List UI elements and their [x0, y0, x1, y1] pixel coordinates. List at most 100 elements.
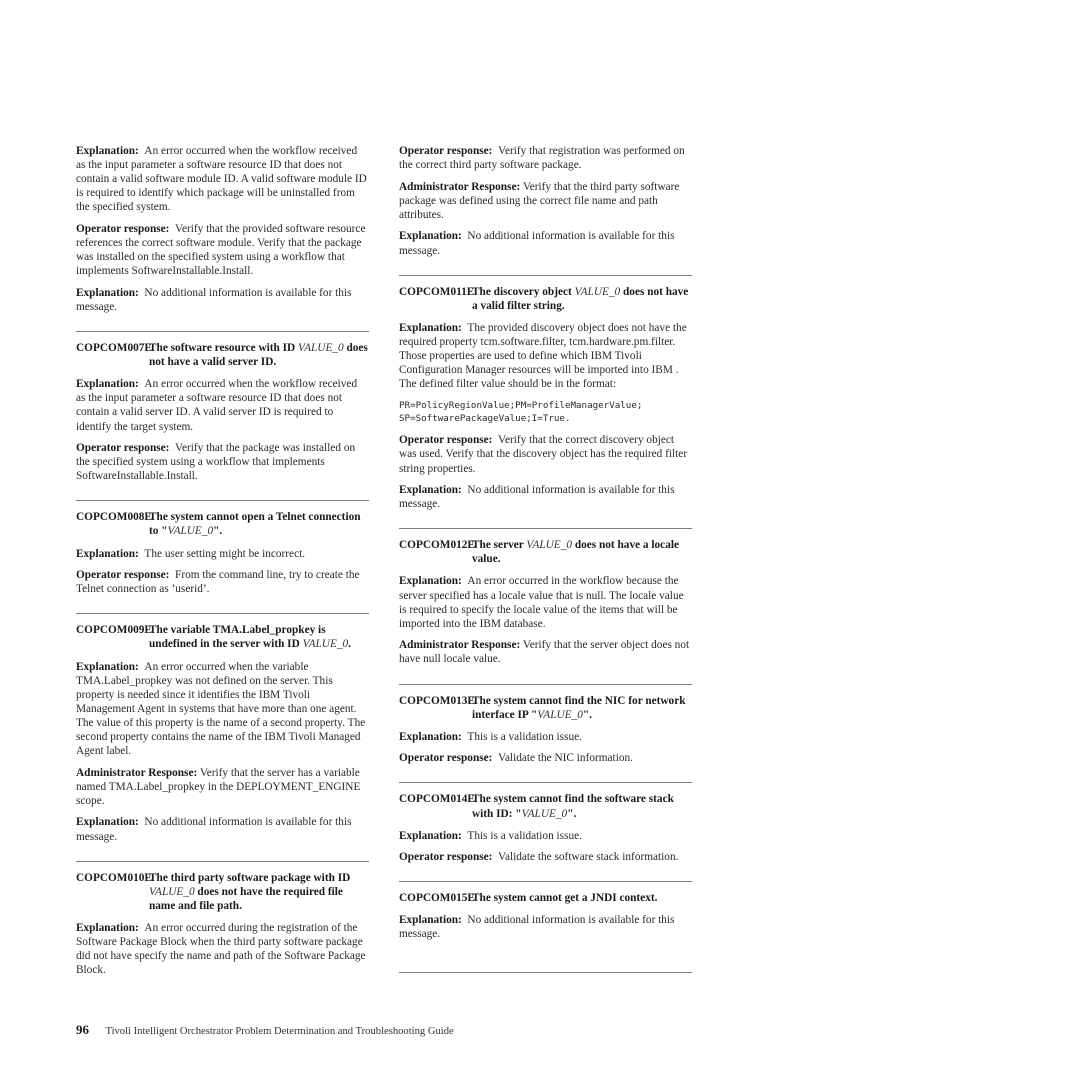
- message-heading: COPCOM008EThe system cannot open a Telne…: [76, 510, 369, 538]
- message-heading: COPCOM007EThe software resource with ID …: [76, 341, 369, 369]
- page-footer: 96 Tivoli Intelligent Orchestrator Probl…: [76, 1022, 454, 1038]
- message-entry: COPCOM015EThe system cannot get a JNDI c…: [399, 881, 692, 941]
- message-title-text: ".: [582, 708, 592, 721]
- message-body: Explanation: No additional information i…: [399, 913, 692, 941]
- message-title-text: ".: [213, 525, 223, 538]
- variable-placeholder: VALUE_0: [149, 885, 195, 898]
- message-body: Explanation: This is a validation issue.…: [399, 730, 692, 766]
- right-column: Operator response: Verify that registrat…: [399, 144, 692, 973]
- operator-response-paragraph: Operator response: Verify that the provi…: [76, 222, 369, 278]
- paragraph-label: Explanation:: [76, 660, 139, 673]
- message-code: COPCOM012E: [399, 539, 475, 552]
- message-body: Explanation: An error occurred when the …: [76, 660, 369, 844]
- message-title-text: The discovery object: [472, 285, 575, 298]
- message-entry: COPCOM014EThe system cannot find the sof…: [399, 782, 692, 864]
- paragraph-label: Explanation:: [399, 914, 462, 927]
- code-line: PR=PolicyRegionValue;PM=ProfileManagerVa…: [399, 399, 643, 411]
- explanation-paragraph: Explanation: An error occurred when the …: [76, 377, 369, 433]
- explanation-paragraph: Explanation: No additional information i…: [399, 483, 692, 511]
- paragraph-label: Explanation:: [76, 547, 139, 560]
- explanation-paragraph: Explanation: This is a validation issue.: [399, 829, 692, 843]
- explanation-paragraph: Explanation: The provided discovery obje…: [399, 321, 692, 391]
- operator-response-paragraph: Operator response: Verify that the corre…: [399, 433, 692, 475]
- left-column: Explanation: An error occurred when the …: [76, 144, 369, 985]
- paragraph-label: Explanation:: [76, 921, 139, 934]
- message-body: Explanation: The provided discovery obje…: [399, 321, 692, 511]
- message-heading: COPCOM009EThe variable TMA.Label_propkey…: [76, 623, 369, 651]
- message-title-text: .: [348, 638, 351, 651]
- paragraph-text: Validate the software stack information.: [492, 851, 679, 864]
- paragraph-label: Administrator Response:: [76, 766, 198, 779]
- paragraph-label: Explanation:: [399, 484, 462, 497]
- end-rule-divider: [399, 971, 692, 973]
- message-code: COPCOM013E: [399, 694, 475, 707]
- paragraph-label: Explanation:: [399, 230, 462, 243]
- operator-response-paragraph: Operator response: Validate the software…: [399, 850, 692, 864]
- message-heading: COPCOM011EThe discovery object VALUE_0 d…: [399, 285, 692, 313]
- administrator-response-paragraph: Administrator Response: Verify that the …: [399, 638, 692, 666]
- explanation-paragraph: Explanation: No additional information i…: [399, 913, 692, 941]
- message-entry: COPCOM007EThe software resource with ID …: [76, 331, 369, 483]
- message-code: COPCOM007E: [76, 342, 152, 355]
- paragraph-label: Explanation:: [399, 730, 462, 743]
- paragraph-text: This is a validation issue.: [461, 730, 582, 743]
- message-entry: COPCOM008EThe system cannot open a Telne…: [76, 500, 369, 596]
- explanation-paragraph: Explanation: An error occurred during th…: [76, 921, 369, 977]
- message-entry: COPCOM009EThe variable TMA.Label_propkey…: [76, 613, 369, 843]
- message-title-text: The third party software package with ID: [149, 871, 351, 884]
- message-code: COPCOM011E: [399, 285, 475, 298]
- explanation-paragraph: Explanation: An error occurred when the …: [76, 144, 369, 214]
- paragraph-label: Explanation:: [399, 829, 462, 842]
- explanation-paragraph: Explanation: No additional information i…: [76, 286, 369, 314]
- paragraph-label: Operator response:: [399, 434, 493, 447]
- message-body: Explanation: This is a validation issue.…: [399, 829, 692, 865]
- explanation-paragraph: Explanation: No additional information i…: [76, 815, 369, 843]
- paragraph-label: Explanation:: [399, 575, 462, 588]
- code-format-example: PR=PolicyRegionValue;PM=ProfileManagerVa…: [399, 399, 692, 426]
- message-code: COPCOM010E: [76, 871, 152, 884]
- message-heading: COPCOM013EThe system cannot find the NIC…: [399, 694, 692, 722]
- message-title-text: The software resource with ID: [149, 342, 299, 355]
- variable-placeholder: VALUE_0: [574, 285, 621, 298]
- message-entry: COPCOM012EThe server VALUE_0 does not ha…: [399, 528, 692, 666]
- message-body: Explanation: An error occurred in the wo…: [399, 574, 692, 666]
- paragraph-text: An error occurred when the variable TMA.…: [76, 660, 366, 758]
- paragraph-label: Operator response:: [399, 145, 493, 157]
- message-body: Explanation: An error occurred during th…: [76, 921, 369, 977]
- variable-placeholder: VALUE_0: [298, 342, 344, 355]
- message-code: COPCOM015E: [399, 892, 475, 905]
- paragraph-text: Validate the NIC information.: [492, 752, 633, 765]
- explanation-paragraph: Explanation: The user setting might be i…: [76, 547, 369, 561]
- message-heading: COPCOM014EThe system cannot find the sof…: [399, 792, 692, 820]
- book-title: Tivoli Intelligent Orchestrator Problem …: [105, 1026, 454, 1037]
- explanation-paragraph: Explanation: An error occurred when the …: [76, 660, 369, 759]
- administrator-response-paragraph: Administrator Response: Verify that the …: [399, 180, 692, 222]
- paragraph-label: Explanation:: [76, 378, 139, 391]
- paragraph-label: Operator response:: [76, 222, 170, 235]
- message-code: COPCOM008E: [76, 511, 152, 524]
- paragraph-text: This is a validation issue.: [461, 829, 582, 842]
- paragraph-label: Administrator Response:: [399, 639, 521, 652]
- message-heading: COPCOM010EThe third party software packa…: [76, 871, 369, 913]
- message-body: Explanation: An error occurred when the …: [76, 377, 369, 483]
- administrator-response-paragraph: Administrator Response: Verify that the …: [76, 766, 369, 808]
- message-title-text: The server: [472, 539, 527, 552]
- paragraph-label: Operator response:: [76, 442, 170, 455]
- message-entry: COPCOM011EThe discovery object VALUE_0 d…: [399, 274, 692, 512]
- explanation-paragraph: Explanation: This is a validation issue.: [399, 730, 692, 744]
- paragraph-label: Administrator Response:: [399, 180, 521, 193]
- message-heading: COPCOM012EThe server VALUE_0 does not ha…: [399, 538, 692, 566]
- paragraph-label: Explanation:: [76, 816, 139, 829]
- message-code: COPCOM009E: [76, 624, 152, 637]
- paragraph-label: Operator response:: [399, 851, 493, 864]
- variable-placeholder: VALUE_0: [521, 807, 568, 820]
- operator-response-paragraph: Operator response: Validate the NIC info…: [399, 751, 692, 765]
- variable-placeholder: VALUE_0: [302, 638, 349, 651]
- paragraph-label: Explanation:: [76, 145, 139, 157]
- page-number: 96: [76, 1022, 89, 1037]
- message-heading: COPCOM015EThe system cannot get a JNDI c…: [399, 891, 692, 905]
- message-title-text: ".: [567, 807, 577, 820]
- variable-placeholder: VALUE_0: [537, 708, 583, 721]
- message-code: COPCOM014E: [399, 793, 475, 806]
- paragraph-label: Explanation:: [76, 286, 139, 299]
